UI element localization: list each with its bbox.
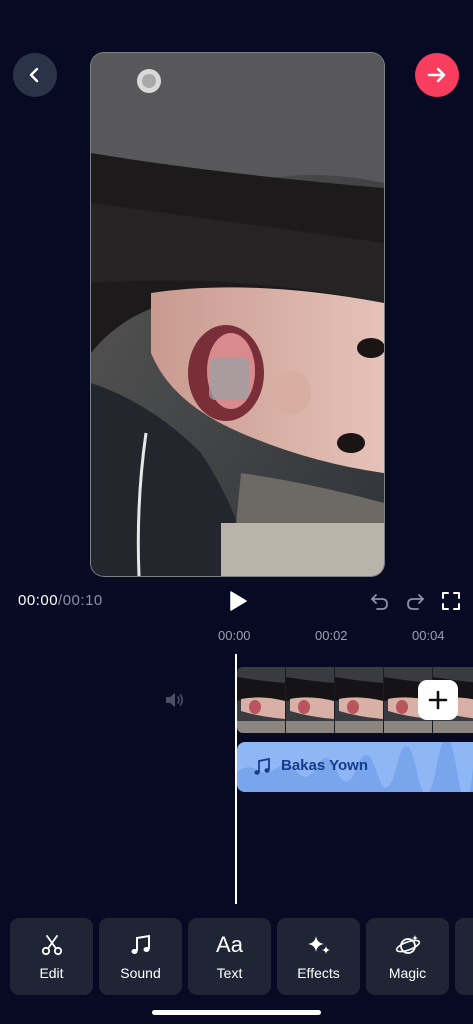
clip-thumbnail (286, 667, 335, 733)
music-note-icon (252, 757, 272, 777)
total-time: 00:10 (62, 592, 103, 609)
tool-label: Effects (297, 965, 340, 981)
play-icon (230, 591, 247, 611)
tool-edit-button[interactable]: Edit (10, 918, 93, 995)
next-button[interactable] (415, 53, 459, 97)
tool-label: Edit (39, 965, 64, 981)
tool-text-button[interactable]: Aa Text (188, 918, 271, 995)
tool-label: Text (216, 965, 243, 981)
undo-icon (371, 594, 388, 610)
tool-more-button[interactable] (455, 918, 473, 995)
music-note-icon (128, 932, 154, 958)
text-aa-icon: Aa (216, 932, 243, 957)
current-time: 00:00 (18, 592, 59, 609)
audio-track-name: Bakas Yown (281, 757, 368, 774)
tool-magic-button[interactable]: Magic (366, 918, 449, 995)
arrow-right-icon (427, 67, 446, 83)
speaker-icon (166, 693, 184, 707)
fullscreen-icon (442, 592, 460, 610)
scissors-icon (39, 932, 65, 958)
tool-sound-button[interactable]: Sound (99, 918, 182, 995)
mute-original-audio-button[interactable] (163, 689, 187, 711)
tool-effects-button[interactable]: Effects (277, 918, 360, 995)
plus-icon (428, 690, 448, 710)
add-clip-button[interactable] (418, 680, 458, 720)
redo-button[interactable] (404, 590, 426, 612)
playhead[interactable] (235, 654, 237, 904)
preview-frame-image (91, 53, 384, 576)
undo-button[interactable] (369, 590, 391, 612)
clip-thumbnail (237, 667, 286, 733)
tool-label: Magic (388, 965, 427, 981)
ruler-tick: 00:02 (315, 628, 348, 643)
sparkles-icon (306, 932, 332, 958)
home-indicator (152, 1010, 321, 1015)
redo-icon (407, 594, 424, 610)
ruler-tick: 00:04 (412, 628, 445, 643)
magic-planet-icon (395, 932, 421, 958)
clip-thumbnail (335, 667, 384, 733)
fullscreen-button[interactable] (440, 590, 462, 612)
video-preview[interactable] (90, 52, 385, 577)
back-button[interactable] (13, 53, 57, 97)
chevron-left-icon (29, 67, 39, 83)
play-button[interactable] (226, 589, 250, 613)
tool-label: Sound (120, 965, 161, 981)
time-readout: 00:00/00:10 (18, 592, 103, 609)
ruler-tick: 00:00 (218, 628, 251, 643)
